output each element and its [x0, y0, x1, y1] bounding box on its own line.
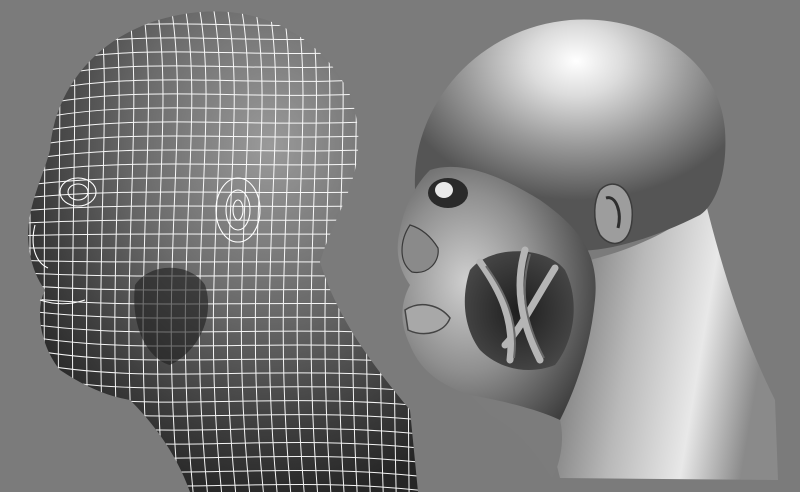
render-canvas — [28, 11, 778, 492]
shaded-head — [397, 19, 778, 480]
eye-highlight — [435, 182, 453, 198]
wireframe-head — [28, 11, 418, 492]
viewport — [0, 0, 800, 492]
ear — [594, 183, 633, 245]
